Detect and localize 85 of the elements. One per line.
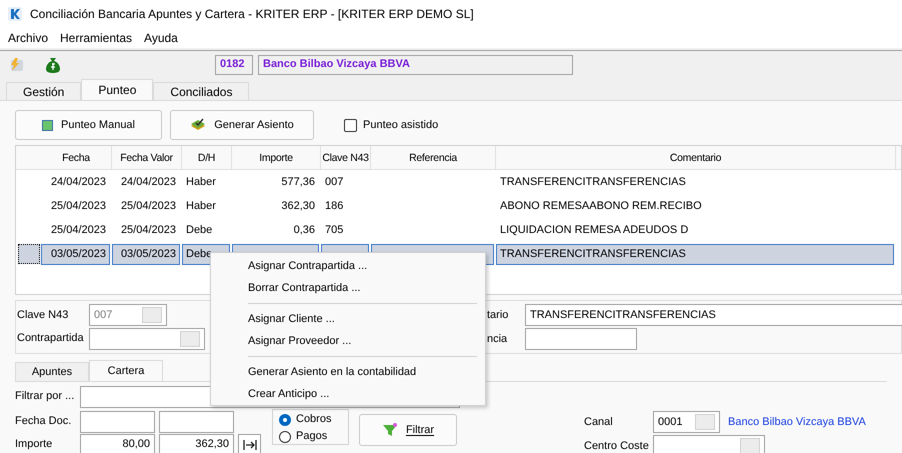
table-cell-text: 24/04/2023 [120,174,177,190]
lookup-button[interactable] [740,438,760,453]
square-icon [42,120,53,130]
table-cell-text: ABONO REMESAABONO REM.RECIBO [499,198,703,214]
radio-button[interactable]: Cobros [279,411,348,428]
table-cell-text: 362,30 [280,198,316,214]
table-row[interactable]: 25/04/2023 25/04/2023 Haber 362,30 186 ABONO REMESAABONO REM.RECIBO [16,194,901,218]
window-title: Conciliación Bancaria Apuntes y Cartera - KRITER ERP - [KRITER ERP DEMO SL] [30,6,474,23]
field-label: Fecha Doc. [15,414,72,430]
date-from-field[interactable] [80,410,155,432]
tab[interactable]: Gestión [6,82,82,100]
amount-from-field[interactable]: 80,00 [80,434,155,453]
channel-name: Banco Bilbao Vizcaya BBVA [728,414,866,430]
field-label: Importe [15,437,54,452]
field-label: tario [487,308,510,323]
table-cell-text: Haber [185,198,217,214]
generate-entry-button[interactable]: Generar Asiento [170,110,314,140]
manual-match-button[interactable]: Punteo Manual [15,110,162,140]
tab[interactable]: Conciliados [153,82,250,100]
table-cell-text: TRANSFERENCITRANSFERENCIAS [499,174,687,190]
filter-button[interactable]: Filtrar [359,414,457,446]
column-header[interactable]: Clave N43 [321,146,371,169]
bank-name-field[interactable]: Banco Bilbao Vizcaya BBVA [258,54,573,74]
amount-to-field[interactable]: 362,30 [159,434,234,453]
column-header[interactable]: Fecha [41,146,112,169]
field-label: Contrapartida [16,331,85,346]
n43-key-field[interactable]: 007 [89,304,167,326]
lookup-button[interactable] [142,307,162,323]
field-label: Canal [584,414,614,430]
table-row[interactable]: 24/04/2023 24/04/2023 Haber 577,36 007 TRANSFERENCITRANSFERENCIAS [16,170,901,194]
bank-code-field[interactable]: 0182 [215,54,253,74]
field-label: Filtrar por ... [15,389,76,404]
channel-field[interactable]: 0001 [653,411,720,433]
table-cell-text: 007 [324,174,344,190]
table-cell-text: 25/04/2023 [50,222,107,238]
cost-center-field[interactable] [653,435,765,453]
table-cell-text: 577,36 [280,174,316,190]
column-header[interactable]: Comentario [496,146,896,169]
swap-button[interactable] [238,434,261,453]
menu-item[interactable]: Herramientas [60,29,132,47]
table-cell-text: 25/04/2023 [120,222,177,238]
table-cell-text: 25/04/2023 [50,198,107,214]
date-to-field[interactable] [159,410,234,432]
table-cell-text: 24/04/2023 [50,174,107,190]
menu-item[interactable]: Asignar Proveedor ... [211,330,485,352]
column-header[interactable]: Fecha Valor [112,146,182,169]
lookup-button[interactable] [180,330,200,346]
lookup-button[interactable] [695,414,715,430]
table-cell: 03/05/2023 [112,244,180,264]
menu-item[interactable]: Archivo [8,29,48,47]
menu-item[interactable]: Asignar Cliente ... [211,308,485,330]
table-cell: 03/05/2023 [41,244,110,264]
tab[interactable]: Punteo [81,79,154,100]
table-cell-text: 0,36 [292,222,316,238]
reference-field[interactable] [525,328,637,350]
field-label: Centro Coste [584,438,650,453]
table-cell-text: 186 [324,198,344,214]
menu-item[interactable]: Borrar Contrapartida ... [211,277,485,299]
lightning-icon[interactable] [8,56,24,72]
table-cell-text: 705 [324,222,344,238]
tab[interactable]: Cartera [89,360,163,381]
menu-item[interactable]: Ayuda [144,29,178,47]
table-cell-text: Debe [185,222,214,238]
tab[interactable]: Apuntes [15,362,89,381]
menu-item[interactable]: Crear Anticipo ... [211,383,485,405]
menu-item[interactable]: Generar Asiento en la contabilidad [211,361,485,383]
counterpart-field[interactable] [89,328,205,350]
books-icon [190,118,206,132]
field-label: Clave N43 [16,308,70,323]
money-bag-icon[interactable] [44,56,62,74]
column-header[interactable]: Referencia [371,146,496,169]
table-row[interactable]: 25/04/2023 25/04/2023 Debe 0,36 705 LIQUIDACION REMESA ADEUDOS D [16,218,901,242]
table-cell: TRANSFERENCITRANSFERENCIAS [496,244,894,264]
table-cell-text: Haber [185,174,217,190]
table-cell-text: 25/04/2023 [120,198,177,214]
radio-button[interactable]: Pagos [279,428,348,445]
field-label: ncia [487,332,508,347]
column-header[interactable]: Importe [232,146,321,169]
assisted-match-checkbox[interactable]: Punteo asistido [344,116,438,134]
funnel-icon [382,423,398,437]
table-cell-text: LIQUIDACION REMESA ADEUDOS D [499,222,690,238]
app-logo-icon [8,7,22,21]
swap-icon [242,438,258,450]
comment-field[interactable]: TRANSFERENCITRANSFERENCIAS [525,304,902,326]
column-header[interactable]: D/H [182,146,232,169]
